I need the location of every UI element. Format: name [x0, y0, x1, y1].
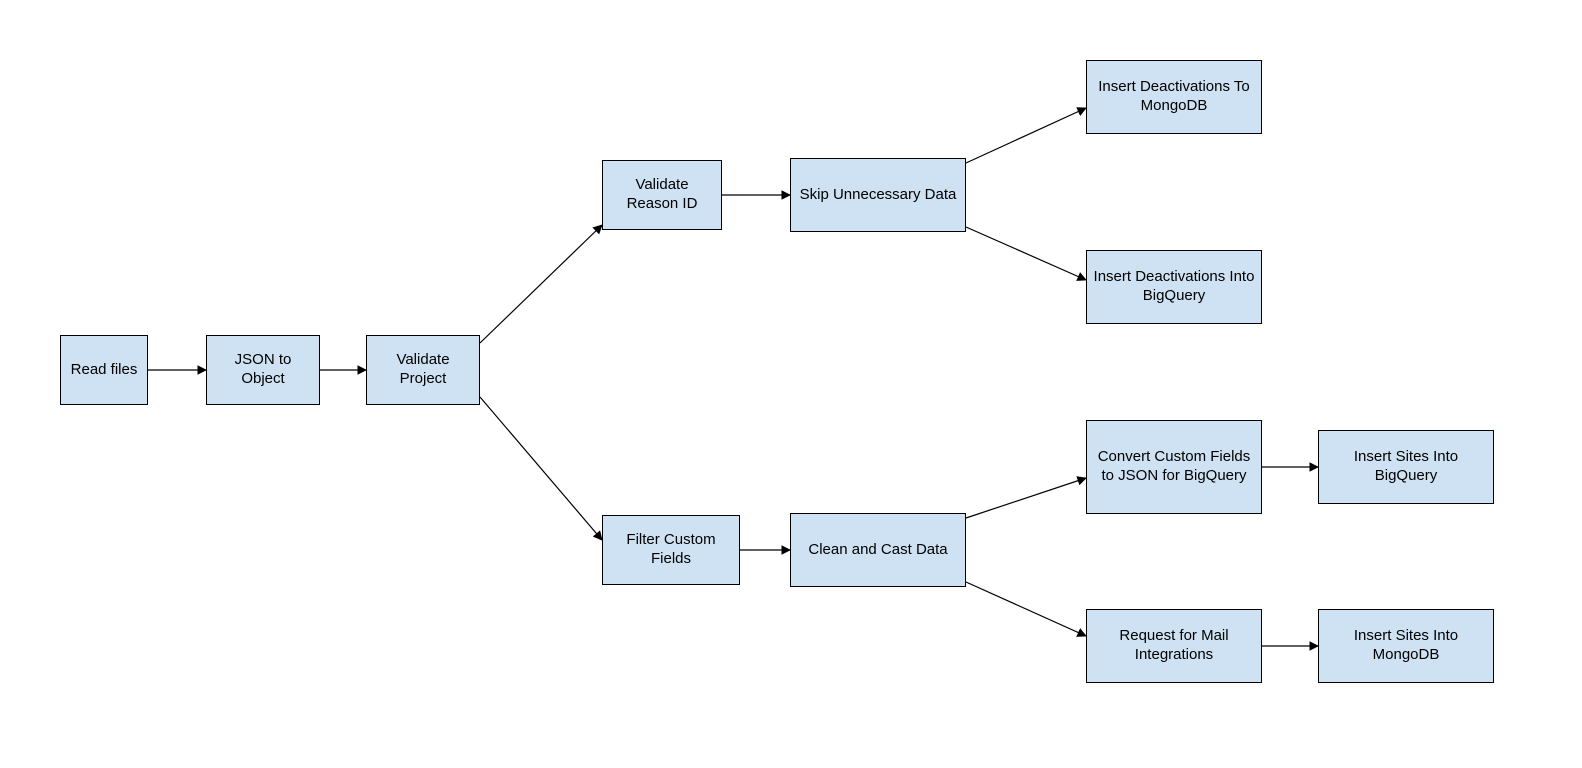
- node-insert-sites-bigquery: Insert Sites Into BigQuery: [1318, 430, 1494, 504]
- node-request-mail-integrations: Request for Mail Integrations: [1086, 609, 1262, 683]
- node-label: Filter Custom Fields: [609, 531, 733, 569]
- node-label: Request for Mail Integrations: [1093, 627, 1255, 665]
- node-filter-custom-fields: Filter Custom Fields: [602, 515, 740, 585]
- node-label: Insert Sites Into BigQuery: [1325, 448, 1487, 486]
- node-insert-sites-mongodb: Insert Sites Into MongoDB: [1318, 609, 1494, 683]
- flowchart-canvas: Read files JSON to Object Validate Proje…: [0, 0, 1582, 768]
- node-label: Validate Project: [373, 351, 473, 389]
- node-json-to-object: JSON to Object: [206, 335, 320, 405]
- node-label: Validate Reason ID: [609, 176, 715, 214]
- node-convert-custom-fields-json: Convert Custom Fields to JSON for BigQue…: [1086, 420, 1262, 514]
- node-clean-and-cast-data: Clean and Cast Data: [790, 513, 966, 587]
- node-validate-project: Validate Project: [366, 335, 480, 405]
- node-insert-deactivations-bigquery: Insert Deactivations Into BigQuery: [1086, 250, 1262, 324]
- node-label: Clean and Cast Data: [808, 541, 947, 560]
- node-read-files: Read files: [60, 335, 148, 405]
- node-label: Read files: [71, 361, 138, 380]
- node-label: Insert Deactivations To MongoDB: [1093, 78, 1255, 116]
- node-label: Skip Unnecessary Data: [800, 186, 957, 205]
- node-skip-unnecessary-data: Skip Unnecessary Data: [790, 158, 966, 232]
- node-label: Insert Sites Into MongoDB: [1325, 627, 1487, 665]
- node-label: Convert Custom Fields to JSON for BigQue…: [1093, 448, 1255, 486]
- node-label: JSON to Object: [213, 351, 313, 389]
- node-insert-deactivations-mongodb: Insert Deactivations To MongoDB: [1086, 60, 1262, 134]
- node-label: Insert Deactivations Into BigQuery: [1093, 268, 1255, 306]
- node-validate-reason-id: Validate Reason ID: [602, 160, 722, 230]
